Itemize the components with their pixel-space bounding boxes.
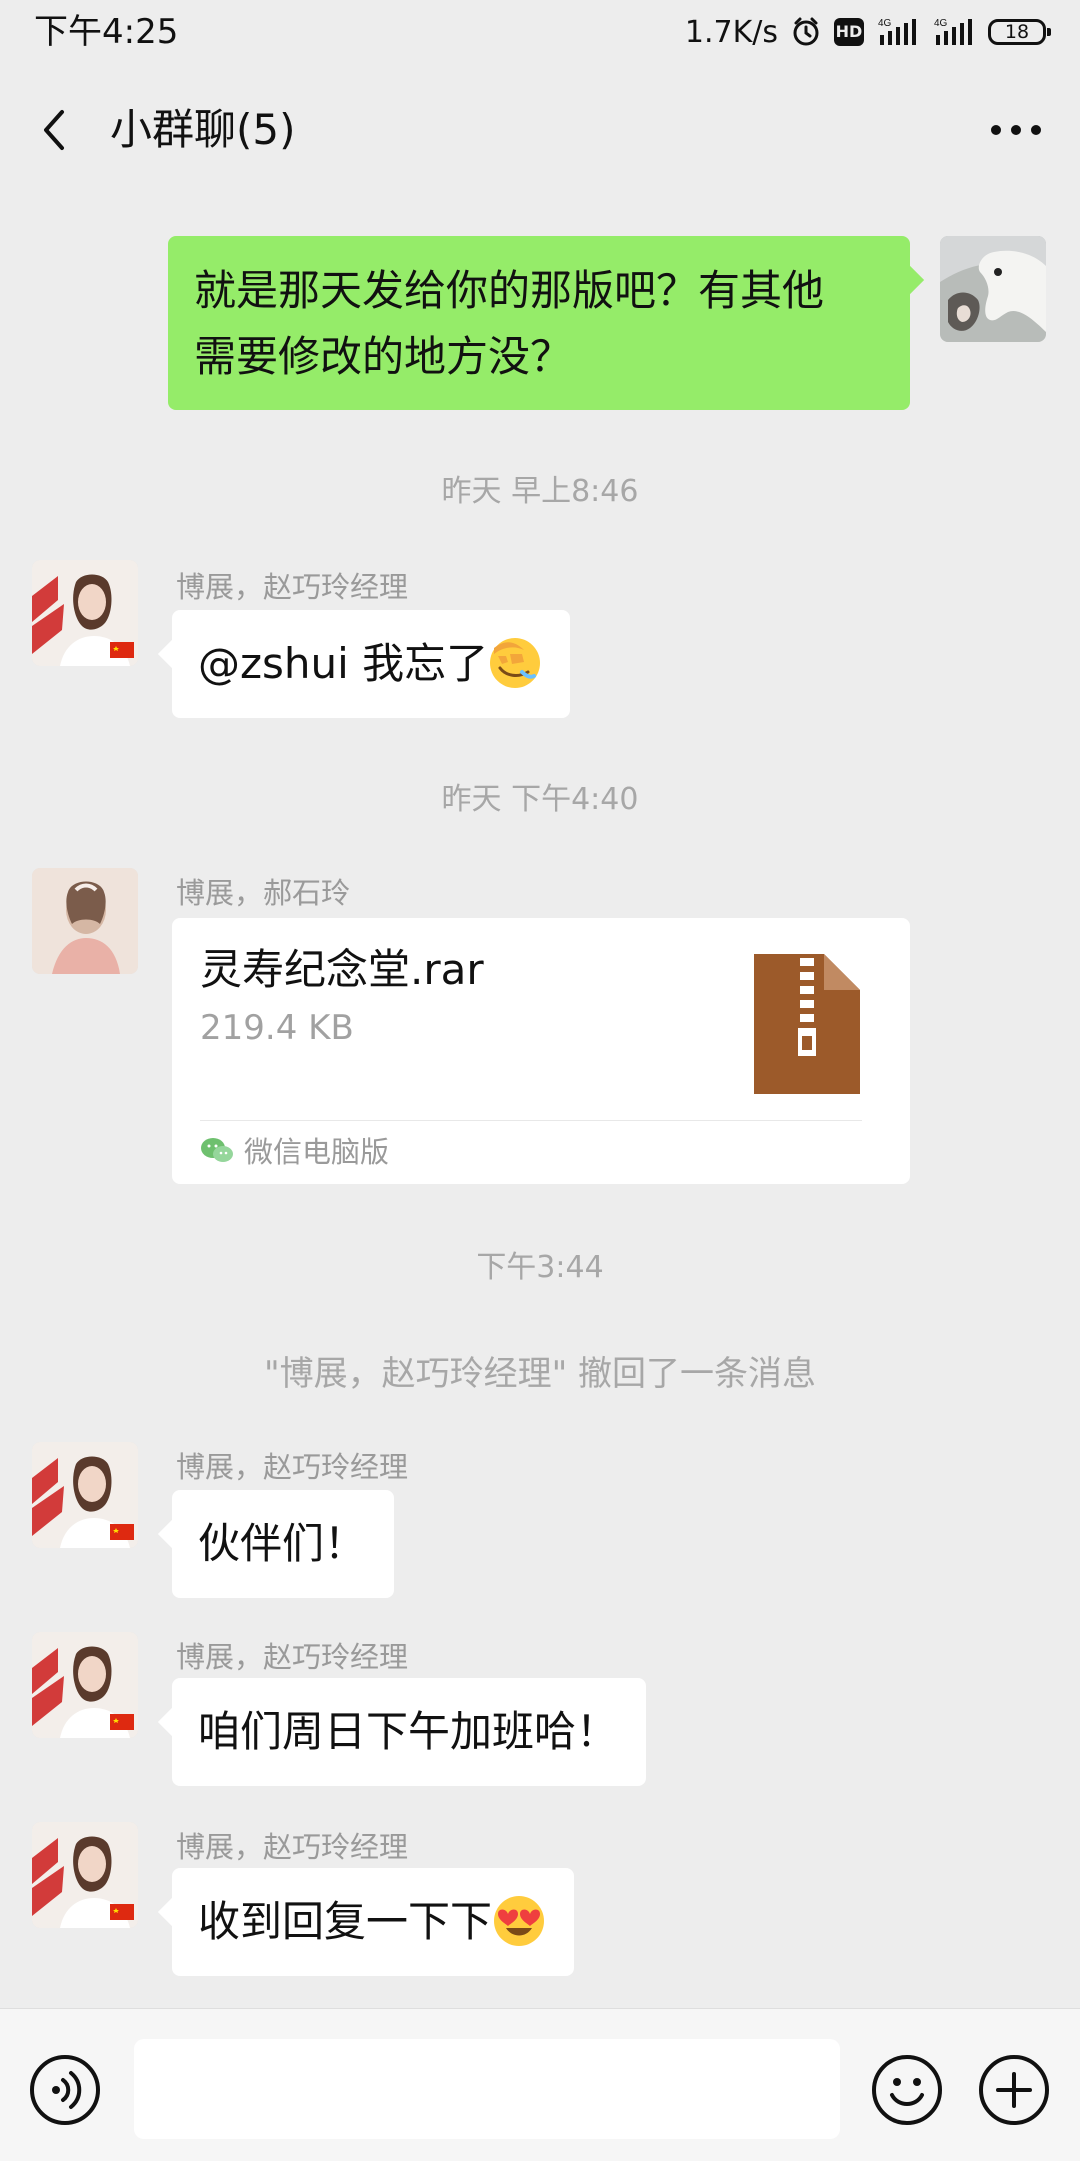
status-time: 下午4:25 [34,12,179,52]
recall-notice: "博展，赵巧玲经理" 撤回了一条消息 [263,1354,817,1394]
message-bubble[interactable]: 咱们周日下午加班哈！ [172,1678,647,1786]
message-bubble[interactable]: 收到回复一下下 [172,1868,575,1976]
timestamp: 昨天 早上8:46 [441,474,639,509]
signal-icon: 4G [876,15,920,49]
message-text: 收到回复一下下 [198,1897,493,1946]
heart-eyes-emoji [492,1894,546,1948]
timestamp: 昨天 下午4:40 [441,782,639,817]
message-bubble[interactable]: 伙伴们！ [172,1490,395,1598]
alarm-icon [790,16,822,48]
avatar-hao[interactable] [32,868,138,974]
message-bubble[interactable]: @zshui 我忘了 [172,610,571,718]
network-label-2: 4G [934,18,948,29]
file-source-text: 微信电脑版 [244,1135,390,1169]
network-speed: 1.7K/s [684,14,778,50]
plus-icon [979,2055,1049,2125]
message-text-line: 需要修改的地方没？ [194,332,573,381]
sender-name: 博展，赵巧玲经理 [176,570,409,604]
message-text: 伙伴们！ [198,1519,367,1568]
message-text: 咱们周日下午加班哈！ [198,1707,619,1756]
emoji-button[interactable] [870,2053,944,2127]
plus-button[interactable] [977,2053,1051,2127]
chat-title: 小群聊(5) [110,105,296,154]
message-text: @zshui 我忘了 [198,639,489,688]
sender-name: 博展，赵巧玲经理 [176,1450,409,1484]
wechat-icon [201,1138,233,1162]
hd-icon: HD [834,18,864,46]
message-text-line: 就是那天发给你的那版吧？有其他 [194,266,825,315]
sender-name: 博展，赵巧玲经理 [176,1830,409,1864]
voice-button[interactable] [28,2053,102,2127]
emoji-icon [872,2055,942,2125]
message-input[interactable] [134,2039,840,2139]
chevron-left-icon [44,110,64,150]
avatar-zhao[interactable] [32,1442,138,1548]
signal-icon-2: 4G [932,15,976,49]
network-label-1: 4G [878,18,892,29]
file-size: 219.4 KB [200,1008,354,1048]
status-right: 1.7K/s HD 4G 4G 18 [684,10,1051,54]
input-bar [0,2008,1080,2161]
status-bar: 下午4:25 1.7K/s HD 4G 4G 18 [0,0,1080,64]
sender-name: 博展，赵巧玲经理 [176,1640,409,1674]
voice-icon [30,2055,100,2125]
avatar-zhao[interactable] [32,560,138,666]
zip-file-icon [754,954,860,1094]
avatar-self[interactable] [940,236,1046,342]
sender-name: 博展，郝石玲 [176,876,351,910]
file-divider [200,1120,862,1121]
avatar-zhao[interactable] [32,1632,138,1738]
chat-header: 小群聊(5) [0,64,1080,200]
back-button[interactable] [24,100,84,160]
message-bubble-self[interactable]: 就是那天发给你的那版吧？有其他 需要修改的地方没？ [168,236,910,410]
timestamp: 下午3:44 [476,1250,604,1285]
face-palm-emoji [488,636,542,690]
more-dots-icon [991,125,1041,135]
file-message-card[interactable]: 灵寿纪念堂.rar 219.4 KB 微信电脑版 [172,918,910,1184]
more-button[interactable] [980,102,1052,158]
file-name: 灵寿纪念堂.rar [200,945,484,994]
file-source: 微信电脑版 [200,1128,389,1172]
battery-icon: 18 [988,19,1051,45]
avatar-zhao[interactable] [32,1822,138,1928]
